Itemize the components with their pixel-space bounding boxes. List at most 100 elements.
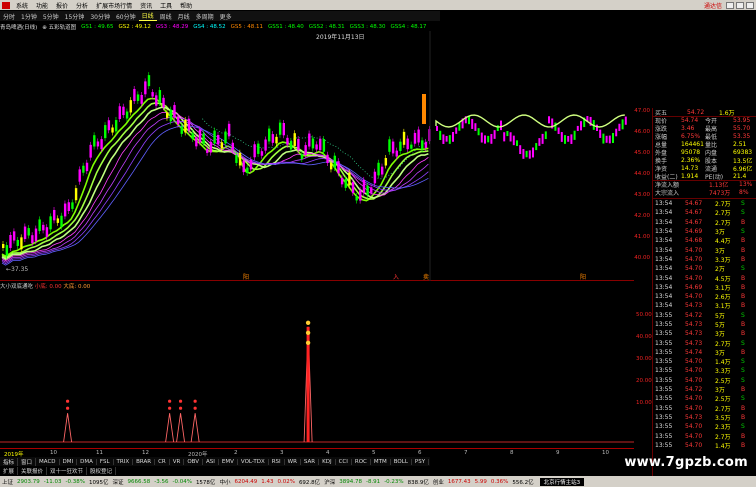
period-tab[interactable]: 月线 [175,12,193,21]
period-tab[interactable]: 60分钟 [113,12,139,21]
main-chart-area[interactable]: 阳入卖阳 [0,31,634,281]
period-tab[interactable]: 5分钟 [40,12,62,21]
window-tab[interactable]: 关联报价 [18,466,48,475]
candle-body [114,120,118,132]
period-tab[interactable]: 15分钟 [62,12,88,21]
menu-system[interactable]: 系统 [12,1,32,10]
window-tabs: 扩展 关联报价 双十一狂欢节 股权登记 [0,466,150,475]
menu-tools[interactable]: 工具 [156,1,176,10]
candle-body [351,182,355,194]
candle-body [158,90,162,104]
period-tab[interactable]: 更多 [217,12,235,21]
candle-body [89,144,92,158]
indicator-tab[interactable]: FSL [97,458,114,465]
tick-time: 13:55 [655,311,673,319]
ma-legend-item: GSS4 : 48.17 [390,23,427,30]
index-value: 9666.58 [127,478,151,485]
tick-time: 13:54 [655,274,673,282]
index-name[interactable]: 上证 [0,478,15,486]
period-tab[interactable]: 1分钟 [18,12,40,21]
indicator-tab[interactable]: VR [170,458,185,465]
window-tab[interactable]: 双十一狂欢节 [47,466,88,475]
tick-volume: 2.7万 [715,433,731,441]
candle-body [439,130,442,141]
candle-body [366,185,369,196]
candle-body [202,133,205,145]
menu-quote[interactable]: 报价 [52,1,72,10]
tick-side: S [741,395,745,403]
candle-body [238,152,242,166]
minimize-icon[interactable] [726,1,734,9]
candle-body [173,105,176,118]
indicator-tab[interactable]: CR [155,458,170,465]
index-name[interactable]: 沪深 [322,478,337,486]
candle-body [500,120,502,131]
indicator-tab[interactable]: MACD [36,458,60,465]
indicator-tab[interactable]: BRAR [133,458,156,465]
menu-analysis[interactable]: 分析 [72,1,92,10]
candle-body [380,166,384,175]
broker-label[interactable]: 北京行情主站3 [539,477,585,486]
tick-price: 54.70 [685,367,703,375]
sub-tick-label: 40.00 [636,334,652,340]
tick-volume: 2万 [715,266,725,274]
window-tab[interactable]: 扩展 [0,466,19,475]
menu-extended-market[interactable]: 扩展市场行情 [92,1,136,10]
indicator-tab[interactable]: OBV [184,458,204,465]
indicator-tab[interactable]: ASI [203,458,219,465]
index-name[interactable]: 深证 [110,478,125,486]
period-tab[interactable]: 30分钟 [87,12,113,21]
tick-list[interactable]: 13:54 54.67 2.7万 S 13:54 54.67 2.7万 S 13:54 54.67… [653,198,756,450]
period-bar: 分时 1分钟 5分钟 15分钟 30分钟 60分钟 日线 周线 月线 多周期 更多 [0,11,440,21]
sub-indicator-name[interactable]: 大小双底通吃 [0,284,33,290]
menu-function[interactable]: 功能 [32,1,52,10]
candle-body [187,118,191,131]
period-tab[interactable]: 分时 [0,12,18,21]
window-tab[interactable]: 股权登记 [87,466,117,475]
close-icon[interactable] [746,1,754,9]
indicator-tab[interactable]: PSY [412,458,430,465]
flow-pct: 13% [739,181,753,188]
candle-body [484,135,486,144]
indicator-tab[interactable]: MCST [429,459,430,465]
indicator-tab[interactable]: VOL-TDX [238,458,269,465]
indicator-tab[interactable]: RSI [269,458,285,465]
period-tab[interactable]: 多周期 [193,12,217,21]
cursor-date: 2019年11月13日 [316,34,365,41]
index-name[interactable]: 创业 [431,478,446,486]
maximize-icon[interactable] [736,1,744,9]
indicator-tab[interactable]: KDJ [319,458,336,465]
candle-body [286,137,289,145]
indicator-tab[interactable]: DMI [60,458,78,465]
tick-row: 13:55 54.70 3.3万 S [653,366,756,375]
indicator-tab[interactable]: EMV [219,458,238,465]
tick-time: 13:55 [655,413,673,421]
indicator-tab[interactable]: BOLL [391,458,412,465]
period-tab[interactable]: 周线 [157,12,175,21]
indicator-tab[interactable]: MTM [371,458,391,465]
tick-time: 13:55 [655,348,673,356]
sub-indicator-chart[interactable] [0,291,634,447]
period-tab[interactable]: 日线 [138,11,157,21]
indicator-tab[interactable]: TRIX [114,458,134,465]
indicator-tab[interactable]: 窗口 [18,457,37,466]
menu-info[interactable]: 资讯 [136,1,156,10]
candle-body [532,147,534,158]
indicator-tab[interactable]: CCI [336,458,352,465]
candle-body [608,135,611,144]
sub-chart-area[interactable] [0,291,634,447]
flow-value: 7473万 [709,189,731,197]
menu-help[interactable]: 帮助 [176,1,196,10]
indicator-tab[interactable]: DMA [77,458,97,465]
candle-body [217,135,220,145]
candlestick-chart[interactable]: 阳入卖阳 [0,31,634,281]
candle-body [471,118,474,129]
index-name[interactable]: 中小 [217,478,232,486]
bottom-signal-peak [176,413,186,443]
candle-body [384,157,388,166]
candle-body [599,129,602,138]
indicator-tab[interactable]: WR [285,458,301,465]
indicator-tab[interactable]: ROC [352,458,371,465]
indicator-tab[interactable]: 指标 [0,457,19,466]
indicator-tab[interactable]: SAR [301,458,320,465]
